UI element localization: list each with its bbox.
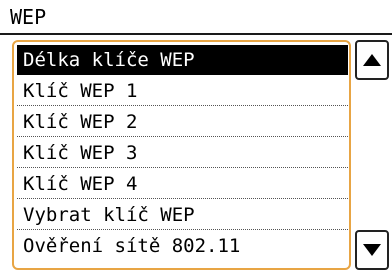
menu-item-wep-key-3[interactable]: Klíč WEP 3 [17,138,348,168]
menu-list: Délka klíče WEP Klíč WEP 1 Klíč WEP 2 Kl… [12,40,351,270]
menu-item-wep-key-1[interactable]: Klíč WEP 1 [17,76,348,106]
menu-item-802-11-authentication[interactable]: Ověření sítě 802.11 [17,231,348,261]
menu-item-wep-key-4[interactable]: Klíč WEP 4 [17,169,348,199]
scroll-up-button[interactable] [355,40,389,80]
screen-title: WEP [10,5,47,29]
menu-item-select-wep-key[interactable]: Vybrat klíč WEP [17,200,348,230]
triangle-up-icon [363,54,381,66]
scrollbar [355,40,389,270]
scroll-down-button[interactable] [355,230,389,270]
menu-item-wep-key-length[interactable]: Délka klíče WEP [17,45,348,75]
header-divider [0,33,392,35]
triangle-down-icon [363,244,381,256]
header-bar: WEP [0,0,392,35]
menu-item-wep-key-2[interactable]: Klíč WEP 2 [17,107,348,137]
scroll-track[interactable] [370,82,374,228]
wep-settings-screen: WEP Délka klíče WEP Klíč WEP 1 Klíč WEP … [0,0,392,276]
